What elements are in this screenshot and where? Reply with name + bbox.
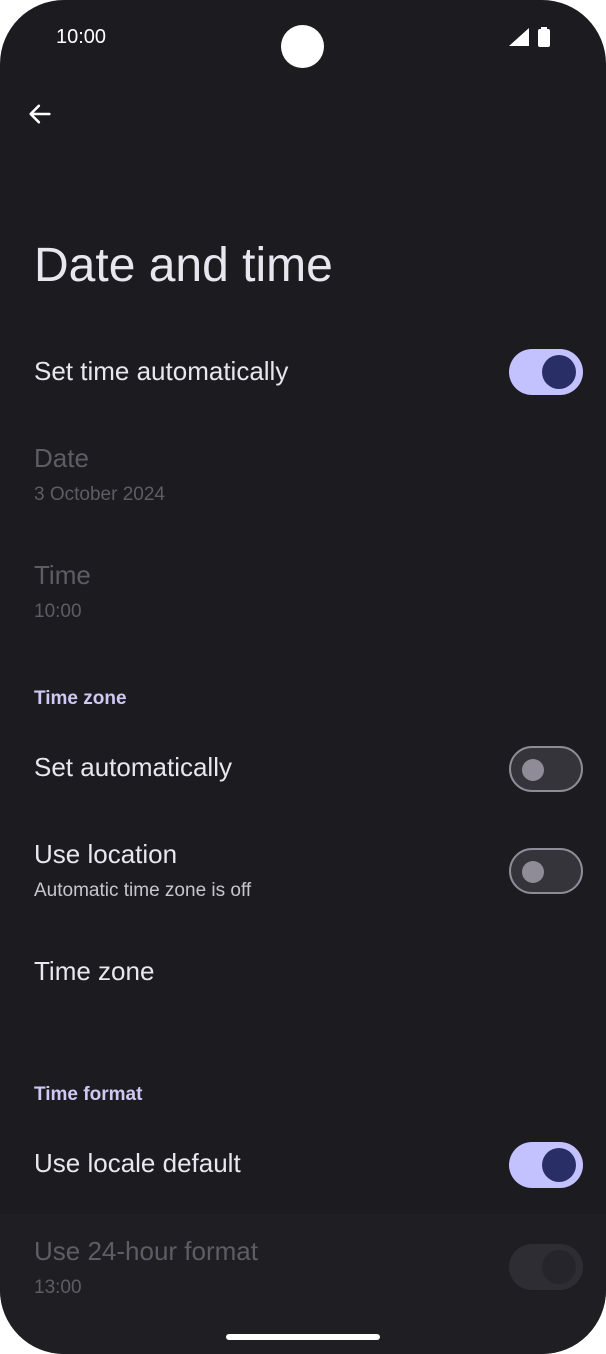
setting-title: Use 24-hour format [34,1236,258,1266]
toggle-knob [522,759,544,781]
setting-value: 10:00 [34,601,82,622]
use-locale-default-toggle[interactable] [509,1142,583,1188]
cell-signal-icon [509,28,529,46]
setting-title: Date [34,443,89,473]
setting-title: Use location [34,839,178,869]
toggle-knob [542,355,576,389]
setting-value: 3 October 2024 [34,484,165,505]
setting-title: Time zone [34,956,155,986]
lower-list-surface [0,1214,606,1354]
setting-subtitle: Automatic time zone is off [34,880,252,901]
back-arrow-icon[interactable] [26,100,54,128]
setting-title: Set automatically [34,752,232,782]
gesture-nav-bar[interactable] [226,1334,380,1340]
section-header-time-zone: Time zone [34,688,127,709]
camera-cutout [281,25,324,68]
status-time: 10:00 [56,26,107,48]
setting-title: Time [34,560,91,590]
toggle-knob [542,1148,576,1182]
page-title: Date and time [34,239,333,292]
setting-title: Set time automatically [34,356,289,386]
set-time-automatically-toggle[interactable] [509,349,583,395]
phone-screen: 10:00 Date and time Set time automatical… [0,0,606,1354]
use-24-hour-toggle [509,1244,583,1290]
section-header-time-format: Time format [34,1084,143,1105]
toggle-knob [542,1250,576,1284]
setting-subtitle: 13:00 [34,1277,82,1298]
battery-icon [538,27,550,47]
use-location-toggle[interactable] [509,848,583,894]
set-automatically-toggle[interactable] [509,746,583,792]
toggle-knob [522,861,544,883]
setting-title: Use locale default [34,1148,241,1178]
